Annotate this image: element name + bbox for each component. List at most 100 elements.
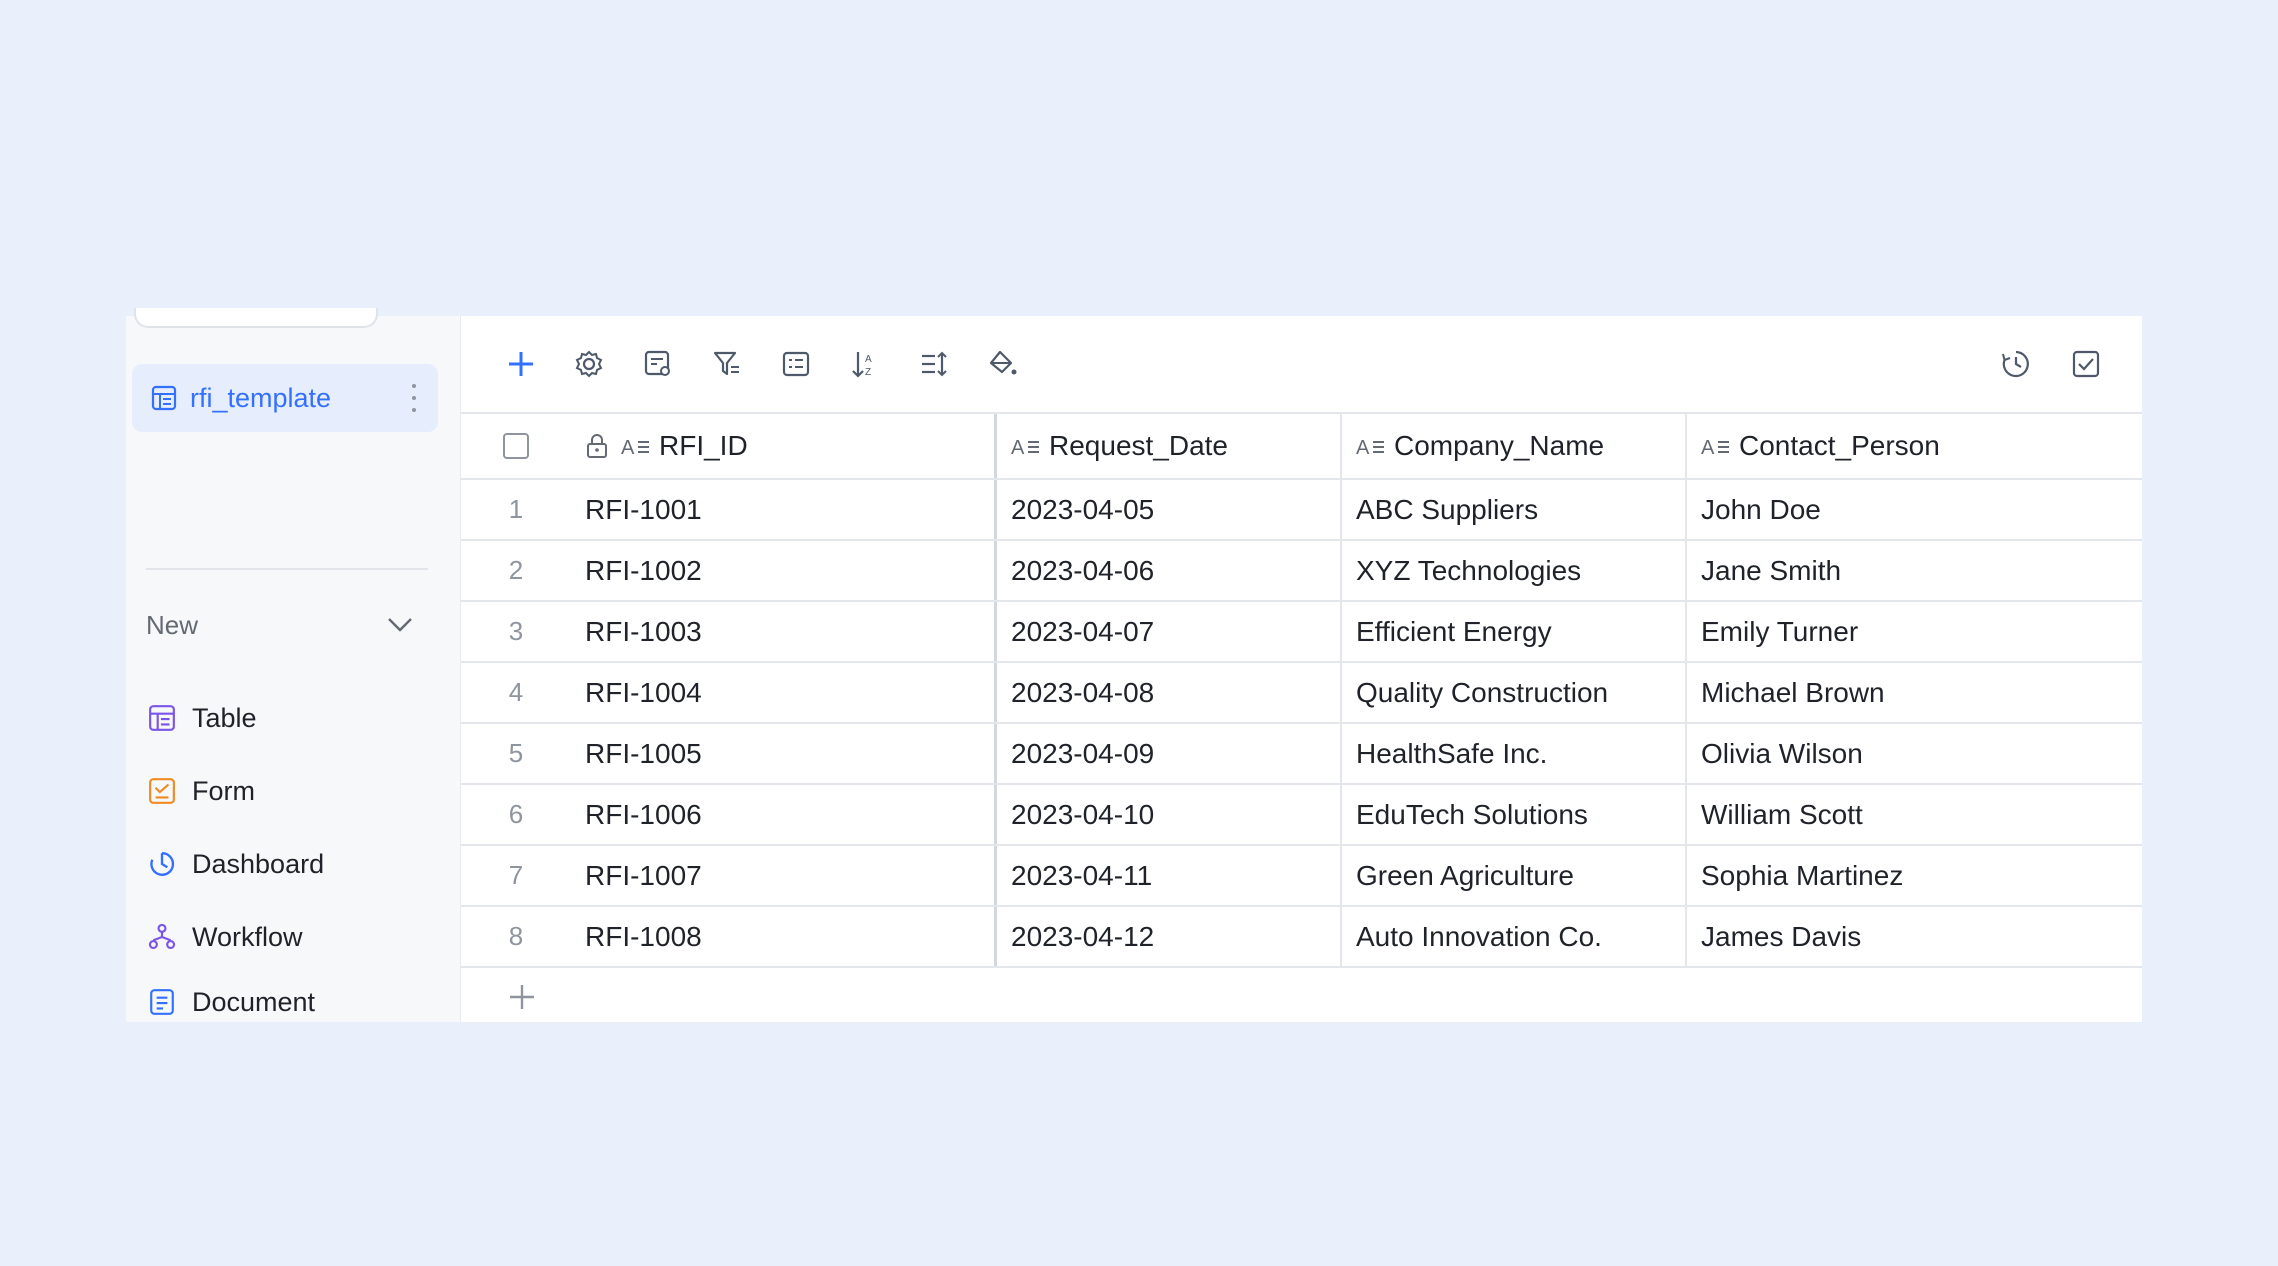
cell-rfi-id[interactable]: RFI-1001 [571, 480, 997, 539]
add-row-icon[interactable] [507, 982, 537, 1012]
group-icon[interactable] [776, 344, 816, 384]
cell-company-name[interactable]: Efficient Energy [1342, 602, 1687, 661]
row-number: 1 [508, 494, 524, 524]
cell-company-name[interactable]: Auto Innovation Co. [1342, 907, 1687, 966]
svg-text:A: A [1011, 437, 1025, 458]
table-icon [146, 702, 178, 734]
data-grid: A RFI_ID A Request_Date A Company_Name A… [461, 412, 2142, 1028]
column-label: Company_Name [1394, 430, 1605, 461]
cell-request-date[interactable]: 2023-04-09 [997, 724, 1342, 783]
settings-icon[interactable] [569, 344, 609, 384]
row-number: 8 [508, 921, 524, 951]
more-options-icon[interactable] [404, 384, 424, 412]
app-window: rfi_template New Table Form Dashboard Wo… [126, 308, 2142, 1022]
row-height-icon[interactable] [914, 344, 954, 384]
sort-icon[interactable]: AZ [845, 344, 885, 384]
create-form-item[interactable]: Form [146, 763, 428, 819]
create-document-item[interactable]: Document [146, 982, 428, 1022]
cell-company-name[interactable]: Green Agriculture [1342, 846, 1687, 905]
cell-request-date[interactable]: 2023-04-08 [997, 663, 1342, 722]
cell-contact-person[interactable]: Michael Brown [1687, 663, 2142, 722]
add-icon[interactable] [501, 344, 541, 384]
row-number: 5 [508, 738, 524, 768]
new-section-toggle[interactable]: New [146, 600, 428, 650]
cell-request-date[interactable]: 2023-04-05 [997, 480, 1342, 539]
table-row[interactable]: 7 RFI-1007 2023-04-11 Green Agriculture … [461, 846, 2142, 907]
toolbar: AZ [461, 316, 2142, 412]
cell-rfi-id[interactable]: RFI-1005 [571, 724, 997, 783]
table-row[interactable]: 8 RFI-1008 2023-04-12 Auto Innovation Co… [461, 907, 2142, 968]
cell-request-date[interactable]: 2023-04-10 [997, 785, 1342, 844]
cell-rfi-id[interactable]: RFI-1006 [571, 785, 997, 844]
select-all-cell [461, 414, 571, 478]
row-number: 3 [508, 616, 524, 646]
column-header-contact-person[interactable]: A Contact_Person [1687, 414, 2142, 478]
row-number: 4 [508, 677, 524, 707]
field-config-icon[interactable] [638, 344, 678, 384]
cell-contact-person[interactable]: Olivia Wilson [1687, 724, 2142, 783]
table-row[interactable]: 5 RFI-1005 2023-04-09 HealthSafe Inc. Ol… [461, 724, 2142, 785]
cell-company-name[interactable]: XYZ Technologies [1342, 541, 1687, 600]
cell-rfi-id[interactable]: RFI-1002 [571, 541, 997, 600]
column-label: Request_Date [1049, 430, 1229, 461]
cell-rfi-id[interactable]: RFI-1008 [571, 907, 997, 966]
cell-company-name[interactable]: ABC Suppliers [1342, 480, 1687, 539]
cell-rfi-id[interactable]: RFI-1004 [571, 663, 997, 722]
table-icon [150, 384, 178, 412]
cell-contact-person[interactable]: William Scott [1687, 785, 2142, 844]
text-field-icon: A [1011, 433, 1041, 459]
cell-request-date[interactable]: 2023-04-07 [997, 602, 1342, 661]
fill-color-icon[interactable] [983, 344, 1023, 384]
cell-rfi-id[interactable]: RFI-1007 [571, 846, 997, 905]
cell-company-name[interactable]: Quality Construction [1342, 663, 1687, 722]
table-row[interactable]: 6 RFI-1006 2023-04-10 EduTech Solutions … [461, 785, 2142, 846]
cell-contact-person[interactable]: James Davis [1687, 907, 2142, 966]
create-workflow-item[interactable]: Workflow [146, 909, 428, 965]
column-label: RFI_ID [659, 430, 748, 461]
cell-company-name[interactable]: HealthSafe Inc. [1342, 724, 1687, 783]
table-row[interactable]: 2 RFI-1002 2023-04-06 XYZ Technologies J… [461, 541, 2142, 602]
svg-text:A: A [621, 437, 635, 458]
lock-icon [585, 433, 611, 459]
table-row[interactable]: 3 RFI-1003 2023-04-07 Efficient Energy E… [461, 602, 2142, 663]
table-row[interactable]: 4 RFI-1004 2023-04-08 Quality Constructi… [461, 663, 2142, 724]
row-number: 6 [508, 799, 524, 829]
create-item-label: Workflow [192, 921, 303, 952]
add-row-bar [461, 968, 2142, 1028]
svg-text:A: A [1701, 437, 1715, 458]
cell-contact-person[interactable]: Jane Smith [1687, 541, 2142, 600]
cell-request-date[interactable]: 2023-04-06 [997, 541, 1342, 600]
new-label: New [146, 609, 199, 640]
search-box[interactable] [134, 308, 378, 328]
create-table-item[interactable]: Table [146, 690, 428, 746]
checklist-icon[interactable] [2066, 344, 2106, 384]
column-header-rfi-id[interactable]: A RFI_ID [571, 414, 997, 478]
cell-contact-person[interactable]: Sophia Martinez [1687, 846, 2142, 905]
cell-contact-person[interactable]: John Doe [1687, 480, 2142, 539]
table-row[interactable]: 1 RFI-1001 2023-04-05 ABC Suppliers John… [461, 480, 2142, 541]
create-dashboard-item[interactable]: Dashboard [146, 836, 428, 892]
svg-text:Z: Z [865, 367, 871, 378]
divider [146, 568, 428, 570]
svg-text:A: A [865, 354, 872, 365]
workflow-icon [146, 921, 178, 953]
column-header-company-name[interactable]: A Company_Name [1342, 414, 1687, 478]
header-row: A RFI_ID A Request_Date A Company_Name A… [461, 412, 2142, 480]
main-panel: AZ A RFI_ID A Request_Date A Company_Nam… [461, 316, 2142, 1022]
text-field-icon: A [1701, 433, 1731, 459]
cell-contact-person[interactable]: Emily Turner [1687, 602, 2142, 661]
cell-company-name[interactable]: EduTech Solutions [1342, 785, 1687, 844]
history-icon[interactable] [1996, 344, 2036, 384]
filter-icon[interactable] [707, 344, 747, 384]
select-all-checkbox[interactable] [503, 433, 529, 459]
sidebar-item-label: rfi_template [190, 382, 332, 413]
cell-request-date[interactable]: 2023-04-12 [997, 907, 1342, 966]
sidebar: rfi_template New Table Form Dashboard Wo… [126, 308, 461, 1022]
sidebar-item-rfi-template[interactable]: rfi_template [132, 364, 438, 432]
create-item-label: Table [192, 702, 257, 733]
cell-rfi-id[interactable]: RFI-1003 [571, 602, 997, 661]
row-number: 7 [508, 860, 524, 890]
text-field-icon: A [621, 433, 651, 459]
column-header-request-date[interactable]: A Request_Date [997, 414, 1342, 478]
cell-request-date[interactable]: 2023-04-11 [997, 846, 1342, 905]
